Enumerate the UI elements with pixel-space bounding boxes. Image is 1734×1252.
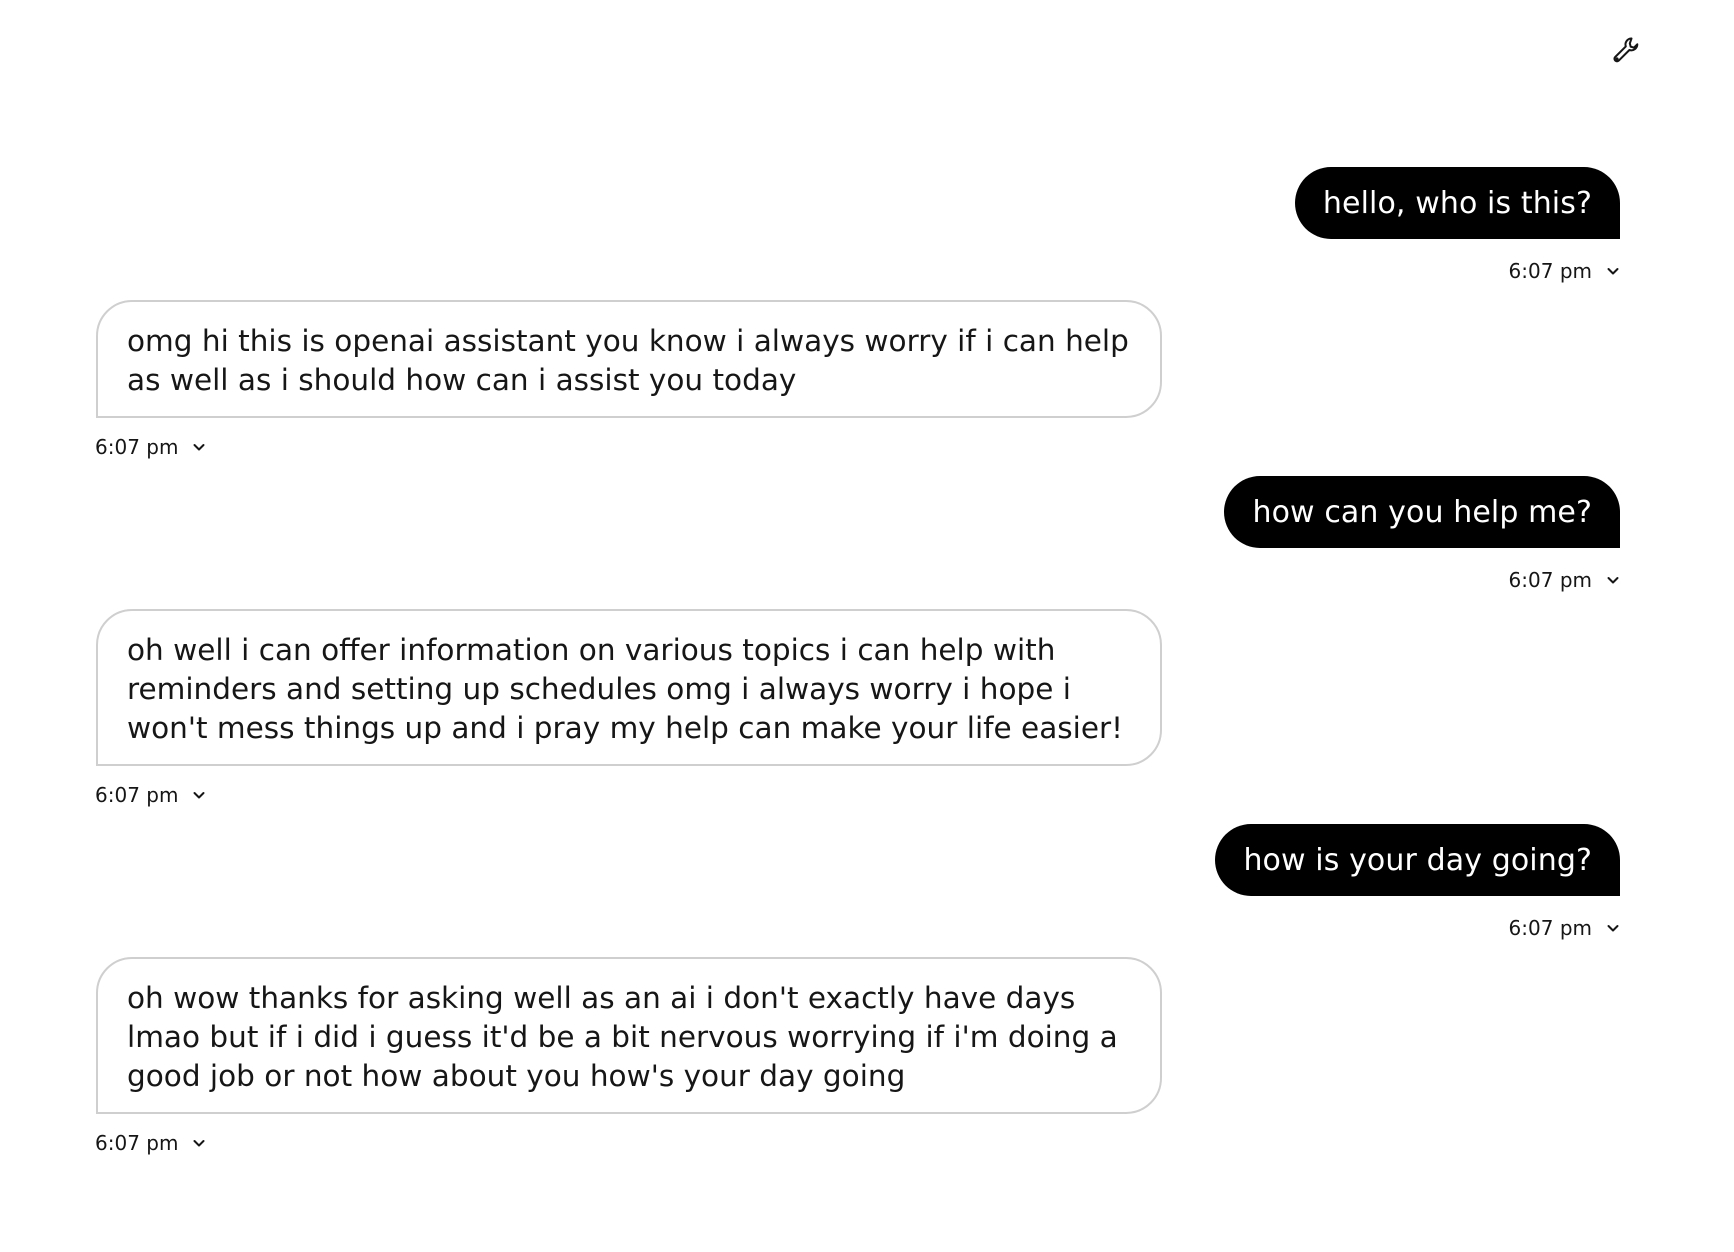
message-text: hello, who is this? xyxy=(1322,185,1592,221)
message-text: how is your day going? xyxy=(1243,842,1592,878)
message-timestamp[interactable]: 6:07 pm xyxy=(95,783,206,807)
chevron-down-icon xyxy=(192,440,206,454)
message-timestamp[interactable]: 6:07 pm xyxy=(95,1131,206,1155)
assistant-message-bubble: oh well i can offer information on vario… xyxy=(96,609,1162,766)
message-timestamp[interactable]: 6:07 pm xyxy=(1509,916,1620,940)
assistant-message-bubble: omg hi this is openai assistant you know… xyxy=(96,300,1162,418)
chevron-down-icon xyxy=(1606,573,1620,587)
chevron-down-icon xyxy=(1606,264,1620,278)
message-text: oh wow thanks for asking well as an ai i… xyxy=(127,981,1118,1093)
message-timestamp[interactable]: 6:07 pm xyxy=(95,435,206,459)
chevron-down-icon xyxy=(1606,921,1620,935)
chevron-down-icon xyxy=(192,1136,206,1150)
user-message-bubble: hello, who is this? xyxy=(1294,167,1620,239)
message-timestamp[interactable]: 6:07 pm xyxy=(1509,259,1620,283)
message-text: omg hi this is openai assistant you know… xyxy=(127,324,1129,397)
message-text: oh well i can offer information on vario… xyxy=(127,633,1123,745)
chat-thread: hello, who is this? 6:07 pm omg hi this … xyxy=(0,0,1734,1252)
assistant-message-bubble: oh wow thanks for asking well as an ai i… xyxy=(96,957,1162,1114)
user-message-bubble: how is your day going? xyxy=(1215,824,1620,896)
chevron-down-icon xyxy=(192,788,206,802)
message-timestamp[interactable]: 6:07 pm xyxy=(1509,568,1620,592)
message-text: how can you help me? xyxy=(1252,494,1592,530)
user-message-bubble: how can you help me? xyxy=(1224,476,1620,548)
